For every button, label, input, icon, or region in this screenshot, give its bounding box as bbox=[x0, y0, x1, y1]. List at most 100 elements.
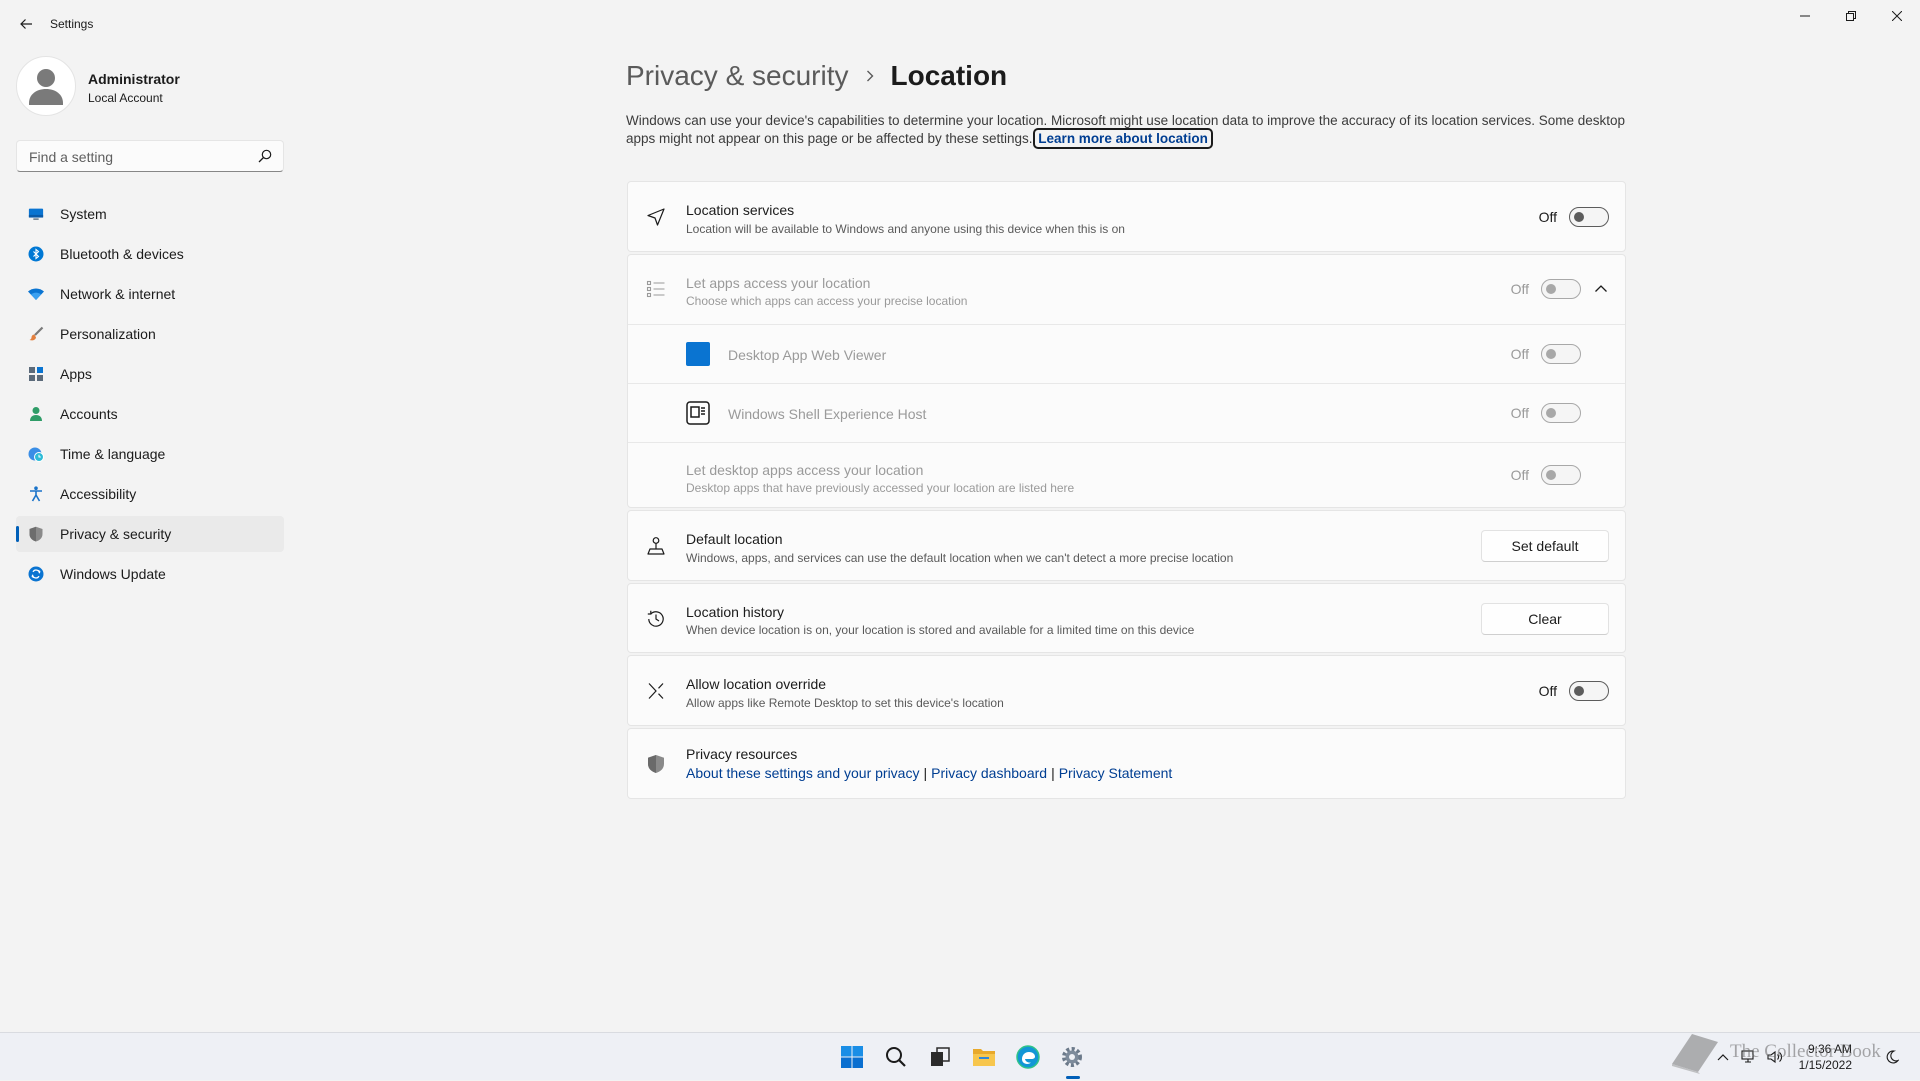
location-override-subtitle: Allow apps like Remote Desktop to set th… bbox=[686, 696, 1004, 710]
avatar bbox=[16, 56, 76, 116]
title-bar: Settings bbox=[0, 0, 1920, 48]
close-button[interactable] bbox=[1874, 0, 1920, 32]
minimize-button[interactable] bbox=[1782, 0, 1828, 32]
list-icon bbox=[646, 279, 666, 299]
app-state: Off bbox=[1510, 346, 1529, 362]
accessibility-icon bbox=[28, 486, 44, 502]
show-hidden-icons-button[interactable] bbox=[1711, 1045, 1735, 1069]
desktop-app-web-viewer-toggle[interactable] bbox=[1541, 344, 1581, 364]
sidebar-item-time-language[interactable]: Time & language bbox=[16, 436, 284, 472]
volume-button[interactable] bbox=[1763, 1045, 1787, 1069]
chevron-right-icon bbox=[865, 69, 875, 83]
person-silhouette-icon bbox=[29, 69, 63, 105]
location-services-title: Location services bbox=[686, 202, 795, 218]
desktop-apps-state: Off bbox=[1510, 467, 1529, 483]
volume-icon bbox=[1767, 1050, 1782, 1064]
sidebar-item-bluetooth[interactable]: Bluetooth & devices bbox=[16, 236, 284, 272]
app-row: Windows Shell Experience Host Off bbox=[628, 384, 1625, 442]
location-services-card: Location services Location will be avail… bbox=[627, 181, 1626, 252]
user-name: Administrator bbox=[88, 71, 180, 87]
chevron-up-icon bbox=[1717, 1054, 1729, 1061]
windows-shell-experience-host-toggle[interactable] bbox=[1541, 403, 1581, 423]
app-access-card: Let apps access your location Choose whi… bbox=[627, 254, 1626, 508]
search-icon[interactable] bbox=[257, 148, 273, 164]
default-location-subtitle: Windows, apps, and services can use the … bbox=[686, 551, 1234, 565]
sidebar-item-accounts[interactable]: Accounts bbox=[16, 396, 284, 432]
privacy-statement-link[interactable]: Privacy Statement bbox=[1059, 765, 1173, 781]
clock[interactable]: 9:36 AM 1/15/2022 bbox=[1799, 1041, 1852, 1073]
restore-button[interactable] bbox=[1828, 0, 1874, 32]
page-title: Location bbox=[890, 60, 1008, 91]
sidebar-item-label: Network & internet bbox=[60, 286, 176, 302]
back-button[interactable] bbox=[14, 12, 38, 36]
app-access-header[interactable]: Let apps access your location Choose whi… bbox=[628, 255, 1625, 324]
app-access-title: Let apps access your location bbox=[686, 275, 871, 291]
settings-app-button[interactable] bbox=[1050, 1033, 1094, 1081]
clear-button[interactable]: Clear bbox=[1481, 603, 1609, 635]
sidebar-item-system[interactable]: System bbox=[16, 196, 284, 232]
about-settings-privacy-link[interactable]: About these settings and your privacy bbox=[686, 765, 919, 781]
sidebar-item-privacy-security[interactable]: Privacy & security bbox=[16, 516, 284, 552]
sidebar-item-label: Accessibility bbox=[60, 486, 137, 502]
sidebar-item-label: Apps bbox=[60, 366, 92, 382]
window-controls bbox=[1782, 0, 1920, 32]
task-view-button[interactable] bbox=[918, 1033, 962, 1081]
start-button[interactable] bbox=[830, 1033, 874, 1081]
close-icon bbox=[1892, 11, 1902, 21]
search-input[interactable] bbox=[27, 141, 251, 173]
sidebar-item-personalization[interactable]: Personalization bbox=[16, 316, 284, 352]
breadcrumb-parent[interactable]: Privacy & security bbox=[626, 60, 849, 92]
chevron-up-icon[interactable] bbox=[1591, 279, 1611, 299]
notifications-button[interactable] bbox=[1880, 1045, 1904, 1069]
taskbar-apps bbox=[830, 1033, 1094, 1081]
history-icon bbox=[646, 609, 666, 629]
clock-time: 9:36 AM bbox=[1807, 1042, 1852, 1056]
system-tray: 9:36 AM 1/15/2022 bbox=[1711, 1033, 1920, 1081]
app-title: Settings bbox=[50, 17, 94, 31]
sidebar-nav: System Bluetooth & devices Network & int… bbox=[16, 196, 284, 596]
apps-icon bbox=[28, 366, 44, 382]
privacy-dashboard-link[interactable]: Privacy dashboard bbox=[931, 765, 1047, 781]
location-override-toggle[interactable] bbox=[1569, 681, 1609, 701]
edge-browser-button[interactable] bbox=[1006, 1033, 1050, 1081]
sidebar-item-label: Accounts bbox=[60, 406, 118, 422]
gear-icon bbox=[1062, 1047, 1082, 1067]
sidebar-item-label: Personalization bbox=[60, 326, 156, 342]
sidebar-item-network[interactable]: Network & internet bbox=[16, 276, 284, 312]
shell-experience-app-icon bbox=[686, 401, 710, 425]
location-override-card: Allow location override Allow apps like … bbox=[627, 655, 1626, 726]
location-history-subtitle: When device location is on, your locatio… bbox=[686, 623, 1195, 637]
sidebar-item-label: Windows Update bbox=[60, 566, 166, 582]
set-default-button[interactable]: Set default bbox=[1481, 530, 1609, 562]
taskbar: 9:36 AM 1/15/2022 bbox=[0, 1032, 1920, 1080]
location-services-state: Off bbox=[1538, 209, 1557, 225]
globe-clock-icon bbox=[28, 446, 44, 462]
shield-icon bbox=[28, 526, 44, 542]
search-button[interactable] bbox=[874, 1033, 918, 1081]
location-history-title: Location history bbox=[686, 604, 785, 620]
privacy-resources-title: Privacy resources bbox=[686, 746, 798, 762]
sidebar-item-label: Privacy & security bbox=[60, 526, 172, 542]
learn-more-link[interactable]: Learn more about location bbox=[1033, 128, 1213, 149]
network-status-button[interactable] bbox=[1737, 1045, 1761, 1069]
file-explorer-button[interactable] bbox=[962, 1033, 1006, 1081]
arrow-left-icon bbox=[20, 19, 32, 29]
page-description: Windows can use your device's capabiliti… bbox=[626, 112, 1626, 149]
sidebar-item-windows-update[interactable]: Windows Update bbox=[16, 556, 284, 592]
brush-icon bbox=[28, 326, 44, 342]
monitor-icon bbox=[28, 206, 44, 222]
sidebar-item-accessibility[interactable]: Accessibility bbox=[16, 476, 284, 512]
user-profile[interactable]: Administrator Local Account bbox=[16, 56, 286, 116]
privacy-resources-card: Privacy resources About these settings a… bbox=[627, 728, 1626, 799]
folder-icon bbox=[973, 1049, 995, 1066]
person-icon bbox=[28, 406, 44, 422]
sidebar-item-apps[interactable]: Apps bbox=[16, 356, 284, 392]
location-services-toggle[interactable] bbox=[1569, 207, 1609, 227]
wifi-icon bbox=[28, 286, 44, 302]
app-name: Windows Shell Experience Host bbox=[728, 406, 927, 422]
desktop-apps-toggle[interactable] bbox=[1541, 465, 1581, 485]
app-access-toggle[interactable] bbox=[1541, 279, 1581, 299]
navigation-arrow-icon bbox=[646, 207, 666, 227]
sidebar-item-label: Time & language bbox=[60, 446, 166, 462]
map-pin-icon bbox=[646, 536, 666, 556]
